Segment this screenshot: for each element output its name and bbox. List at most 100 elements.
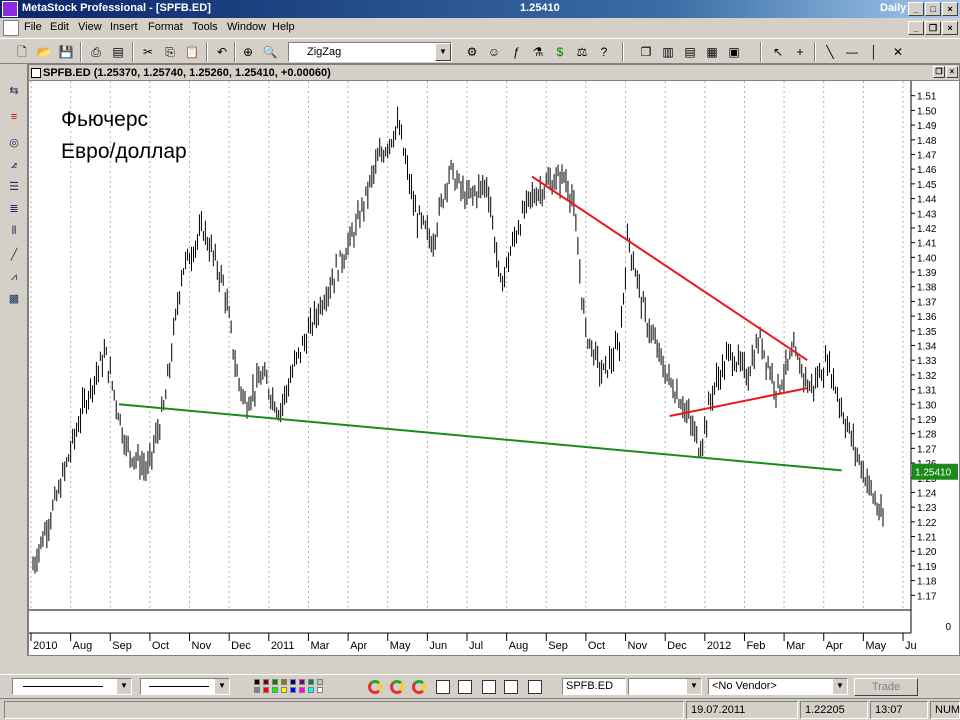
print-preview-icon[interactable]: ▤ bbox=[108, 42, 128, 62]
chart-restore-button[interactable]: ❐ bbox=[933, 66, 945, 78]
horizontal-line-icon[interactable]: — bbox=[842, 42, 862, 62]
menu-window[interactable]: Window bbox=[227, 21, 266, 33]
menu-format[interactable]: Format bbox=[148, 21, 183, 33]
color-swatch[interactable] bbox=[299, 687, 305, 693]
fibonacci-fan-icon[interactable]: ⦨ bbox=[4, 156, 24, 174]
color-swatch[interactable] bbox=[308, 687, 314, 693]
color-swatch[interactable] bbox=[281, 687, 287, 693]
menu-edit[interactable]: Edit bbox=[50, 21, 69, 33]
color-swatch[interactable] bbox=[317, 679, 323, 685]
indicator-builder-icon[interactable]: ⚙ bbox=[462, 42, 482, 62]
help-query-icon[interactable]: ? bbox=[594, 42, 614, 62]
y-tick-label: 1.51 bbox=[917, 92, 937, 103]
menu-file[interactable]: File bbox=[24, 21, 42, 33]
retracement-r-icon[interactable]: ≣ bbox=[4, 200, 24, 218]
color-swatch[interactable] bbox=[281, 679, 287, 685]
chevron-down-icon[interactable]: ▼ bbox=[117, 679, 131, 694]
chart-close-button[interactable]: × bbox=[946, 66, 958, 78]
menu-help[interactable]: Help bbox=[272, 21, 295, 33]
layout-icon[interactable] bbox=[504, 680, 518, 694]
object-properties-icon[interactable] bbox=[436, 680, 450, 694]
scroll-icon[interactable]: ⇆ bbox=[4, 82, 24, 100]
pointer-icon[interactable]: ↖ bbox=[768, 42, 788, 62]
print-icon[interactable]: ⎙ bbox=[86, 42, 106, 62]
cut-icon[interactable]: ✂ bbox=[138, 42, 158, 62]
color-swatch[interactable] bbox=[290, 679, 296, 685]
doc-close-button[interactable]: × bbox=[942, 21, 958, 35]
price-chart[interactable]: 1.171.181.191.201.211.221.231.241.251.26… bbox=[29, 81, 959, 656]
color-swatch[interactable] bbox=[263, 687, 269, 693]
maximize-button[interactable]: □ bbox=[925, 2, 941, 16]
speed-lines-icon[interactable]: ⩘ bbox=[4, 268, 24, 286]
cascade-icon[interactable]: ❐ bbox=[636, 42, 656, 62]
doc-minimize-button[interactable]: _ bbox=[908, 21, 924, 35]
color-wheel-icon[interactable] bbox=[368, 680, 382, 694]
cross-icon[interactable]: + bbox=[790, 42, 810, 62]
line-style-select[interactable]: ▼ bbox=[12, 678, 132, 695]
color-swatch[interactable] bbox=[263, 679, 269, 685]
color-wheel-icon[interactable] bbox=[412, 680, 426, 694]
color-swatch[interactable] bbox=[308, 679, 314, 685]
tile-grid-icon[interactable]: ▦ bbox=[702, 42, 722, 62]
vendor-select[interactable]: <No Vendor> ▼ bbox=[708, 678, 848, 695]
open-icon[interactable]: 📂 bbox=[34, 42, 54, 62]
color-swatch[interactable] bbox=[254, 687, 260, 693]
color-wheel-icon[interactable] bbox=[390, 680, 404, 694]
gann-grid-icon[interactable]: ▩ bbox=[4, 290, 24, 308]
chevron-down-icon[interactable]: ▼ bbox=[687, 679, 701, 694]
indicator-select-value: ZigZag bbox=[307, 46, 342, 58]
indicator-select[interactable]: ZigZag ▼ bbox=[288, 42, 452, 62]
chevron-down-icon[interactable]: ▼ bbox=[833, 679, 847, 694]
copy-icon[interactable]: ⎘ bbox=[160, 42, 180, 62]
color-swatch[interactable] bbox=[272, 679, 278, 685]
cycle-bars-icon[interactable]: ⦀ bbox=[4, 222, 24, 240]
delete-objects-icon[interactable]: ✕ bbox=[888, 42, 908, 62]
color-swatch[interactable] bbox=[254, 679, 260, 685]
cycle-lines-icon[interactable]: ◎ bbox=[4, 134, 24, 152]
color-swatch[interactable] bbox=[272, 687, 278, 693]
symbol-field[interactable]: SPFB.ED bbox=[562, 678, 626, 695]
menu-insert[interactable]: Insert bbox=[110, 21, 138, 33]
arrange-icon[interactable]: ▣ bbox=[724, 42, 744, 62]
fibonacci-retracement-icon[interactable]: ☰ bbox=[4, 178, 24, 196]
object-properties-icon[interactable] bbox=[458, 680, 472, 694]
tile-horizontal-icon[interactable]: ▤ bbox=[680, 42, 700, 62]
line-tool-icon[interactable]: ╱ bbox=[4, 246, 24, 264]
color-swatch[interactable] bbox=[299, 679, 305, 685]
chevron-down-icon[interactable]: ▼ bbox=[215, 679, 229, 694]
layout-icon[interactable] bbox=[482, 680, 496, 694]
system-tester-icon[interactable]: ⚗ bbox=[528, 42, 548, 62]
chart-header: SPFB.ED (1.25370, 1.25740, 1.25260, 1.25… bbox=[29, 65, 959, 81]
vertical-line-icon[interactable]: │ bbox=[864, 42, 884, 62]
layout-icon[interactable] bbox=[528, 680, 542, 694]
dollar-icon[interactable]: $ bbox=[550, 42, 570, 62]
undo-icon[interactable]: ↶ bbox=[212, 42, 232, 62]
doc-restore-button[interactable]: ❐ bbox=[925, 21, 941, 35]
bottom-toolbar: ▼ ▼ SPFB.ED ▼ <No Vendor> ▼ Trade bbox=[0, 674, 960, 698]
periodicity-select[interactable]: ▼ bbox=[628, 678, 702, 695]
paste-icon[interactable]: 📋 bbox=[182, 42, 202, 62]
menu-tools[interactable]: Tools bbox=[192, 21, 218, 33]
tile-vertical-icon[interactable]: ▥ bbox=[658, 42, 678, 62]
color-palette[interactable] bbox=[254, 679, 334, 695]
y-tick-label: 1.20 bbox=[917, 547, 937, 558]
function-icon[interactable]: ƒ bbox=[506, 42, 526, 62]
line-weight-select[interactable]: ▼ bbox=[140, 678, 230, 695]
text-tool-icon[interactable]: ≡ bbox=[4, 108, 24, 126]
color-swatch[interactable] bbox=[317, 687, 323, 693]
explorer-icon[interactable]: ⚖ bbox=[572, 42, 592, 62]
new-icon[interactable]: 🗋 bbox=[12, 42, 32, 62]
trendline-icon[interactable]: ╲ bbox=[820, 42, 840, 62]
chevron-down-icon[interactable]: ▼ bbox=[435, 43, 451, 61]
save-icon[interactable]: 💾 bbox=[56, 42, 76, 62]
close-button[interactable]: × bbox=[942, 2, 958, 16]
minimize-button[interactable]: _ bbox=[908, 2, 924, 16]
y-tick-label: 1.42 bbox=[917, 224, 937, 235]
color-swatch[interactable] bbox=[290, 687, 296, 693]
expert-advisor-icon[interactable]: ☺ bbox=[484, 42, 504, 62]
crosshair-icon[interactable]: ⊕ bbox=[238, 42, 258, 62]
zoom-icon[interactable]: 🔍 bbox=[260, 42, 280, 62]
trade-button[interactable]: Trade bbox=[854, 678, 918, 696]
menu-view[interactable]: View bbox=[78, 21, 102, 33]
document-icon[interactable] bbox=[3, 20, 19, 36]
